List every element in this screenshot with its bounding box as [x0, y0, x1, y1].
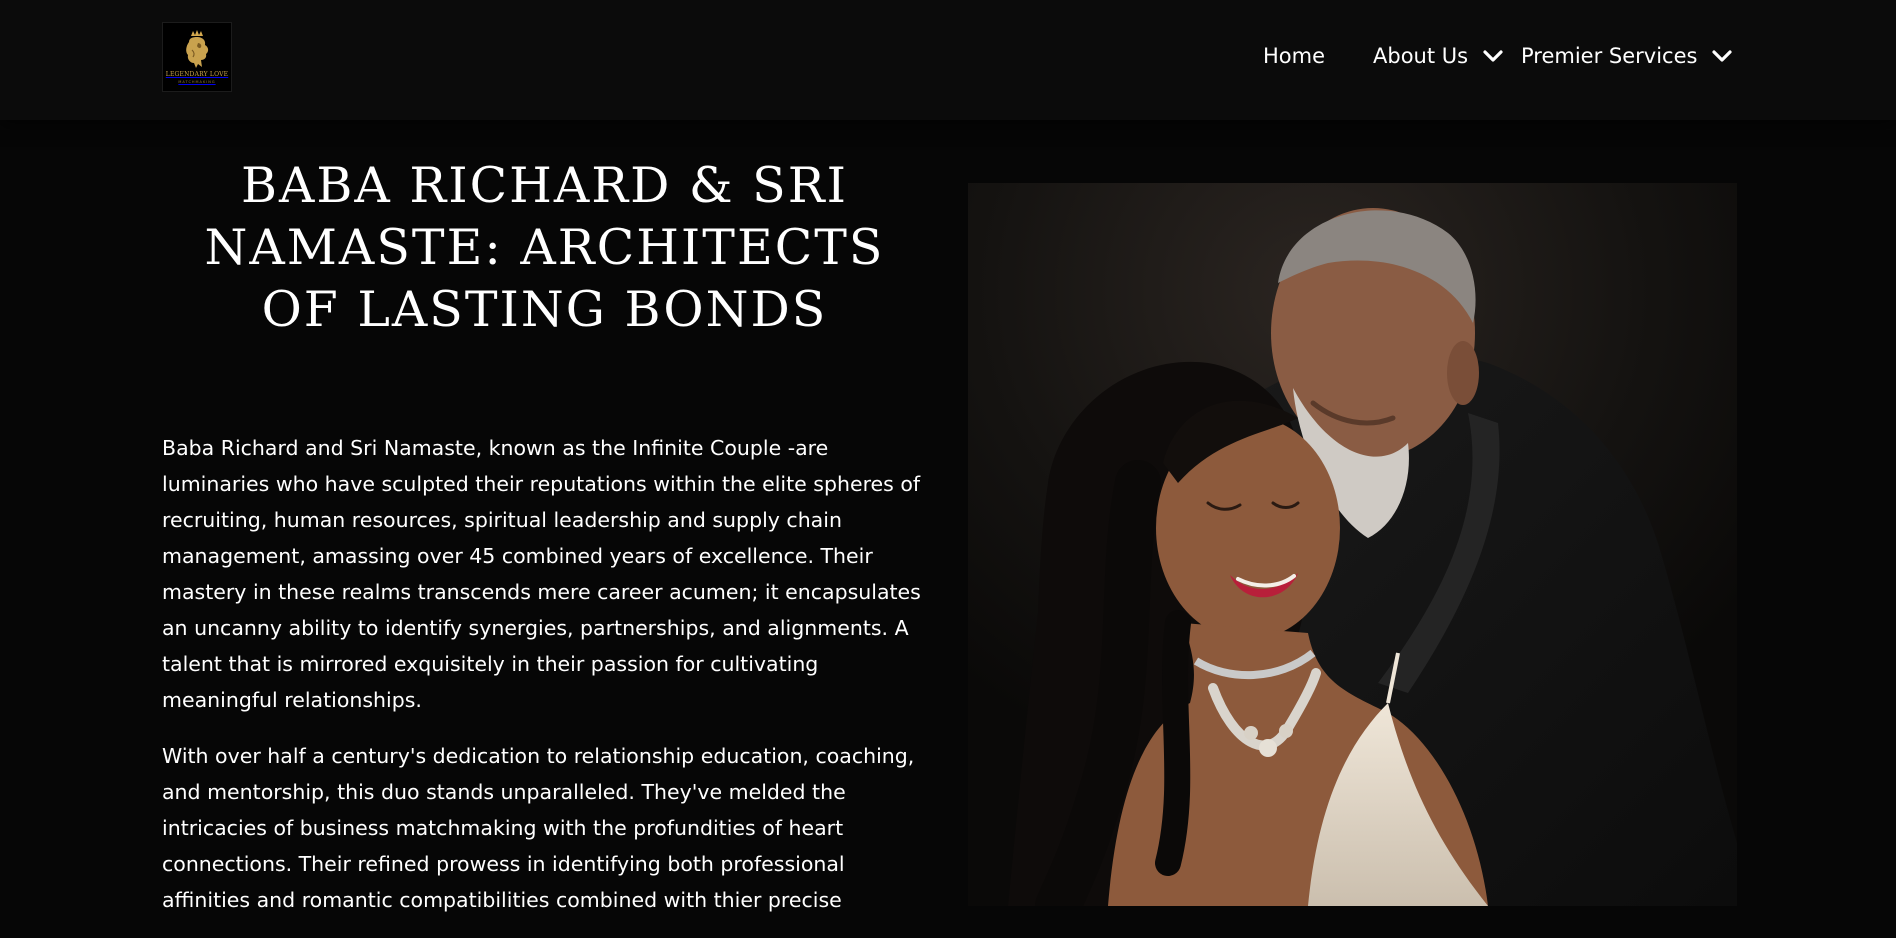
couple-portrait-image — [968, 183, 1737, 906]
nav-label-premier-services: Premier Services — [1521, 44, 1698, 68]
nav-item-premier-services[interactable]: Premier Services — [1521, 44, 1733, 68]
site-header: LEGENDARY LOVE MATCHMAKING Home About Us… — [0, 0, 1896, 120]
couple-photo — [968, 183, 1737, 906]
bio-text: Baba Richard and Sri Namaste, known as t… — [162, 430, 930, 938]
nav-label-about-us: About Us — [1373, 44, 1469, 68]
nav-label-home: Home — [1263, 44, 1326, 68]
page-title: BABA RICHARD & SRI NAMASTE: ARCHITECTS O… — [204, 157, 885, 338]
bio-paragraph: With over half a century's dedication to… — [162, 744, 915, 912]
nav-item-home[interactable]: Home — [1263, 44, 1325, 68]
bio-paragraph: Baba Richard and Sri Namaste, known as t… — [162, 436, 921, 712]
chevron-down-icon[interactable] — [1482, 45, 1504, 67]
chevron-down-icon[interactable] — [1711, 45, 1733, 67]
nav-item-about-us[interactable]: About Us — [1373, 44, 1504, 68]
logo-subtext: MATCHMAKING — [178, 80, 216, 84]
main-nav: Home About Us Premier Services — [0, 44, 1896, 76]
